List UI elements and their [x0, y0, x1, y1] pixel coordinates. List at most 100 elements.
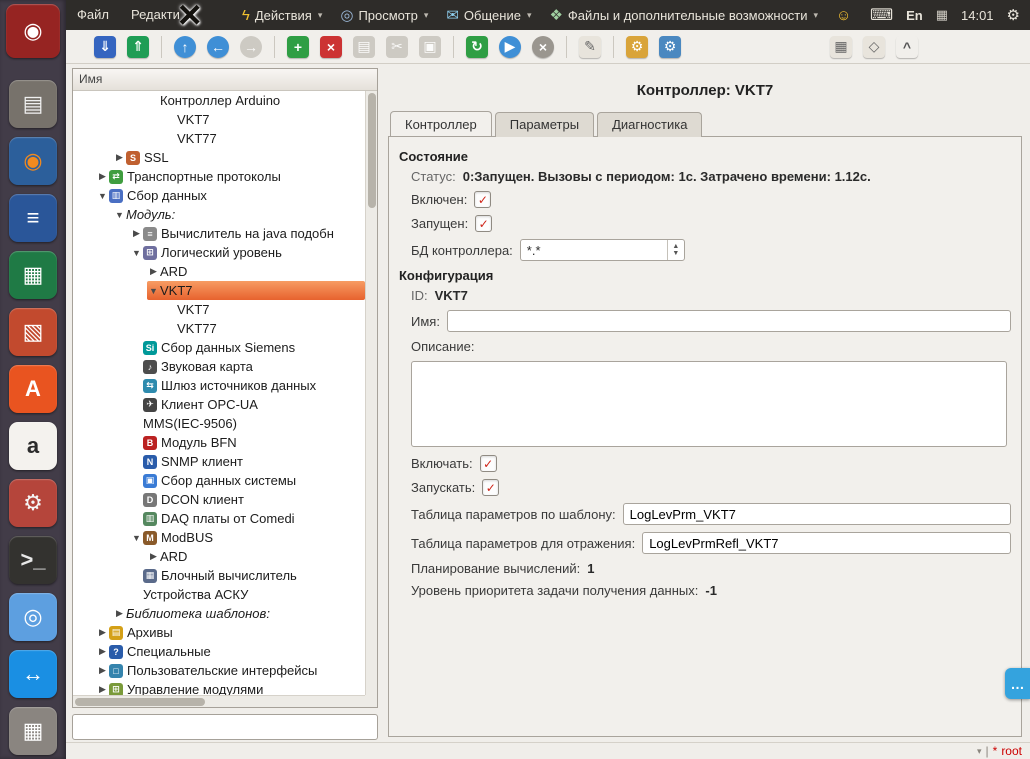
tree-item[interactable]: VKT7 — [73, 110, 365, 129]
spin-up-icon[interactable]: ▲ — [672, 243, 679, 250]
collapse-toolbar-button[interactable]: ^ — [894, 34, 920, 60]
tree-item[interactable]: ▼Модуль: — [73, 205, 365, 224]
tree-item[interactable]: ▶Библиотека шаблонов: — [73, 604, 365, 623]
tree-item[interactable]: ▼⊞Логический уровень — [73, 243, 365, 262]
session-gear-icon[interactable]: ⚙ — [1007, 6, 1020, 24]
tab-diagnostics[interactable]: Диагностика — [597, 112, 702, 137]
launcher-libreoffice-calc-icon[interactable]: ▦ — [9, 251, 57, 299]
tree-item[interactable]: ▶ARD — [73, 262, 365, 281]
expander-icon[interactable]: ▶ — [113, 608, 126, 619]
stop-button[interactable]: × — [530, 34, 556, 60]
tree-item[interactable]: ▼▥Сбор данных — [73, 186, 365, 205]
controller-db-combobox[interactable]: *.* ▲ ▼ — [520, 239, 685, 261]
module-config-button[interactable]: ⚙ — [624, 34, 650, 60]
tree-item[interactable]: DDCON клиент — [73, 490, 365, 509]
tree-item[interactable]: VKT7 — [73, 300, 365, 319]
clock[interactable]: 14:01 — [961, 8, 994, 23]
tree-vertical-scrollbar[interactable] — [365, 91, 377, 695]
spin-down-icon[interactable]: ▼ — [672, 250, 679, 257]
expander-icon[interactable]: ▶ — [96, 665, 109, 676]
ui-config-button[interactable]: ⚙ — [657, 34, 683, 60]
expander-icon[interactable]: ▶ — [96, 171, 109, 182]
template-table-input[interactable] — [623, 503, 1011, 525]
tray-chat[interactable]: ✉Общение▾ — [437, 0, 540, 30]
go-back-button[interactable]: ← — [205, 34, 231, 60]
expander-icon[interactable]: ▶ — [113, 152, 126, 163]
launcher-chromium-icon[interactable]: ◎ — [9, 593, 57, 641]
tree-item[interactable]: ✈Клиент OPC-UA — [73, 395, 365, 414]
expander-icon[interactable]: ▶ — [130, 228, 143, 239]
tree-item[interactable]: ▶⇄Транспортные протоколы — [73, 167, 365, 186]
load-from-db-button[interactable]: ⇓ — [92, 34, 118, 60]
docked-chat-icon[interactable]: … — [1005, 668, 1030, 699]
add-item-button[interactable]: + — [285, 34, 311, 60]
expander-icon[interactable]: ▶ — [147, 266, 160, 277]
save-to-db-button[interactable]: ⇑ — [125, 34, 151, 60]
tree-item[interactable]: ▣Сбор данных системы — [73, 471, 365, 490]
tab-parameters[interactable]: Параметры — [495, 112, 594, 137]
tree-item[interactable]: Устройства АСКУ — [73, 585, 365, 604]
tree-horizontal-scrollbar[interactable] — [73, 695, 365, 707]
tree-item[interactable]: BМодуль BFN — [73, 433, 365, 452]
delete-item-button[interactable]: × — [318, 34, 344, 60]
refresh-button[interactable]: ↻ — [464, 34, 490, 60]
tree-item[interactable]: VKT77 — [73, 129, 365, 148]
tray-smiley[interactable]: ☺ — [827, 0, 860, 30]
launcher-libreoffice-writer-icon[interactable]: ≡ — [9, 194, 57, 242]
tree-item[interactable]: ▼VKT7 — [73, 281, 365, 300]
expander-icon[interactable]: ▼ — [147, 286, 160, 296]
keyboard-icon[interactable]: ⌨ — [870, 5, 893, 25]
tray-actions[interactable]: ϟДействия▾ — [233, 0, 331, 30]
reflection-table-input[interactable] — [642, 532, 1011, 554]
status-caret-icon[interactable]: ▾ — [977, 746, 982, 757]
tree-item[interactable]: ▦Блочный вычислитель — [73, 566, 365, 585]
tray-files[interactable]: ❖Файлы и дополнительные возможности▾ — [540, 0, 827, 30]
expander-icon[interactable]: ▼ — [130, 248, 143, 258]
expander-icon[interactable]: ▶ — [96, 684, 109, 695]
tree-item[interactable]: ▼MModBUS — [73, 528, 365, 547]
launcher-teamviewer-icon[interactable]: ↔ — [9, 650, 57, 698]
enabled-checkbox[interactable]: ✓ — [474, 191, 491, 208]
expander-icon[interactable]: ▼ — [113, 210, 126, 220]
spinner-buttons[interactable]: ▲ ▼ — [667, 240, 684, 260]
launcher-terminal-icon[interactable]: >_ — [9, 536, 57, 584]
expander-icon[interactable]: ▼ — [130, 533, 143, 543]
tree-item[interactable]: ▶ARD — [73, 547, 365, 566]
tree-item[interactable]: ▶▤Архивы — [73, 623, 365, 642]
tree-filter-input[interactable] — [72, 714, 378, 740]
tree-item[interactable]: NSNMP клиент — [73, 452, 365, 471]
name-input[interactable] — [447, 310, 1011, 332]
tree-item[interactable]: Контроллер Arduino — [73, 91, 365, 110]
user-indicator[interactable]: root — [1001, 744, 1022, 758]
launcher-firefox-icon[interactable]: ◉ — [9, 137, 57, 185]
tree-item[interactable]: ▶□Пользовательские интерфейсы — [73, 661, 365, 680]
launcher-dash-home-icon[interactable]: ◉ — [6, 4, 60, 58]
running-checkbox[interactable]: ✓ — [475, 215, 492, 232]
expander-icon[interactable]: ▶ — [96, 627, 109, 638]
menu-file[interactable]: Файл — [66, 0, 120, 30]
launcher-file-manager-icon[interactable]: ▤ — [9, 80, 57, 128]
description-textarea[interactable] — [411, 361, 1007, 447]
tree-item[interactable]: ▶≡Вычислитель на java подобн — [73, 224, 365, 243]
vertical-scrollbar-thumb[interactable] — [368, 93, 376, 208]
tree-item[interactable]: ▶?Специальные — [73, 642, 365, 661]
expander-icon[interactable]: ▶ — [147, 551, 160, 562]
launcher-software-center-icon[interactable]: A — [9, 365, 57, 413]
horizontal-scrollbar-thumb[interactable] — [75, 698, 205, 706]
messaging-indicator-icon[interactable]: ▦ — [936, 7, 948, 23]
tree-item[interactable]: VKT77 — [73, 319, 365, 338]
expander-icon[interactable]: ▶ — [96, 646, 109, 657]
launcher-amazon-icon[interactable]: a — [9, 422, 57, 470]
tab-controller[interactable]: Контроллер — [390, 111, 492, 136]
tree-item[interactable]: MMS(IEC-9506) — [73, 414, 365, 433]
tree-item[interactable]: ▶⊞Управление модулями — [73, 680, 365, 695]
to-start-checkbox[interactable]: ✓ — [482, 479, 499, 496]
fit-window-button[interactable]: ◇ — [861, 34, 887, 60]
edit-message-button[interactable]: ✎ — [577, 34, 603, 60]
tree-item[interactable]: ♪Звуковая карта — [73, 357, 365, 376]
launcher-libreoffice-impress-icon[interactable]: ▧ — [9, 308, 57, 356]
tree-item[interactable]: SiСбор данных Siemens — [73, 338, 365, 357]
to-enable-checkbox[interactable]: ✓ — [480, 455, 497, 472]
launcher-workspace-switcher-icon[interactable]: ▦ — [9, 707, 57, 755]
table-view-button[interactable]: ▦ — [828, 34, 854, 60]
